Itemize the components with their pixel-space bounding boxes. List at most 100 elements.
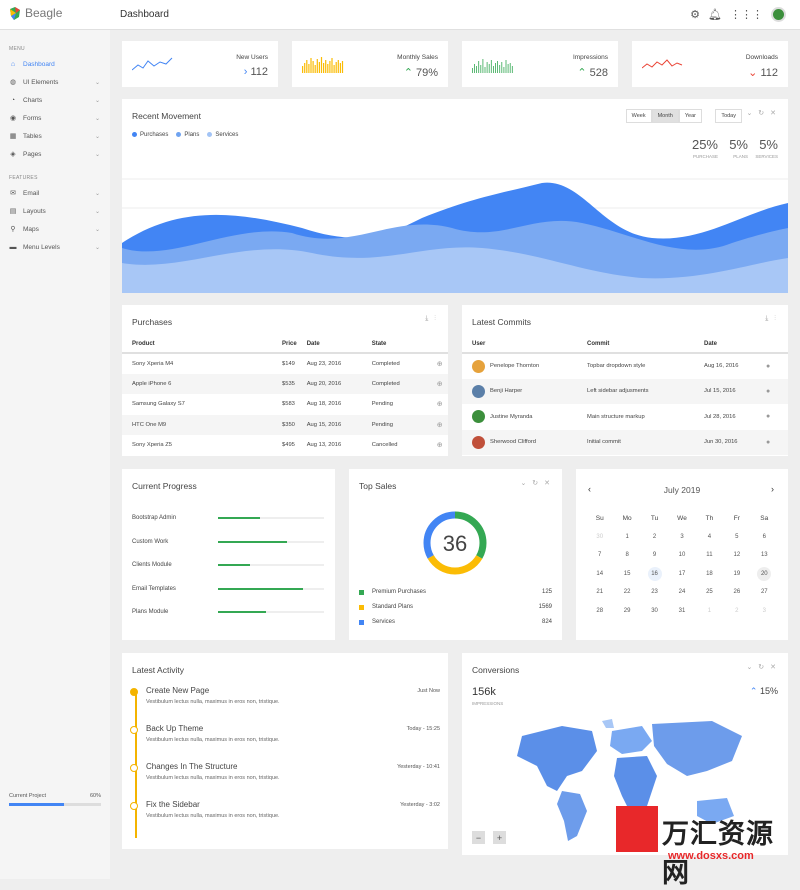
row-action[interactable]: ⊕ bbox=[427, 394, 448, 415]
more-circle-icon[interactable]: ⊕ bbox=[437, 381, 443, 388]
prev-month-icon[interactable]: ‹ bbox=[588, 484, 591, 494]
weekday-label: Sa bbox=[760, 514, 769, 522]
table-icon: ▦ bbox=[9, 133, 17, 140]
sidebar-item-layouts[interactable]: ▤ Layouts ⌄ bbox=[0, 202, 110, 220]
sidebar-item-ui-elements[interactable]: ◍ UI Elements ⌄ bbox=[0, 73, 110, 91]
week-button[interactable]: Week bbox=[625, 109, 652, 123]
calendar-day[interactable]: 21 bbox=[586, 583, 613, 602]
logo[interactable]: Beagle bbox=[9, 6, 62, 20]
sidebar-item-label: Layouts bbox=[23, 207, 46, 215]
calendar-day[interactable]: 10 bbox=[668, 546, 695, 565]
calendar-day[interactable]: 20 bbox=[751, 565, 778, 584]
github-icon[interactable]: ● bbox=[766, 413, 770, 420]
calendar-day[interactable]: 2 bbox=[641, 528, 668, 547]
github-icon[interactable]: ● bbox=[766, 388, 770, 395]
zoom-in-button[interactable]: + bbox=[493, 831, 506, 844]
calendar-day[interactable]: 12 bbox=[723, 546, 750, 565]
sidebar-item-email[interactable]: ✉ Email ⌄ bbox=[0, 184, 110, 202]
calendar-day[interactable]: 9 bbox=[641, 546, 668, 565]
calendar-day[interactable]: 8 bbox=[613, 546, 640, 565]
movement-stat: 5% PLANS bbox=[729, 137, 748, 159]
row-action[interactable]: ⊕ bbox=[427, 353, 448, 374]
card-controls[interactable]: ⌄ ↻ ✕ bbox=[521, 479, 553, 487]
card-controls[interactable]: ⌄ ↻ ✕ bbox=[747, 663, 779, 671]
row-action[interactable]: ⊕ bbox=[426, 414, 448, 435]
row-action[interactable]: ● bbox=[756, 378, 788, 404]
calendar-day[interactable]: 6 bbox=[751, 528, 778, 547]
calendar-day[interactable]: 22 bbox=[613, 583, 640, 602]
movement-stat: 5% SERVICES bbox=[755, 137, 778, 159]
calendar-day[interactable]: 17 bbox=[668, 565, 695, 584]
download-icon[interactable]: ⤓ ⋮ bbox=[765, 315, 778, 323]
gear-icon[interactable]: ⚙ bbox=[690, 9, 700, 21]
row-action[interactable]: ● bbox=[756, 429, 788, 455]
month-button[interactable]: Month bbox=[651, 109, 679, 123]
year-button[interactable]: Year bbox=[678, 109, 702, 123]
calendar-day[interactable]: 13 bbox=[751, 546, 778, 565]
progress-track bbox=[218, 564, 324, 566]
download-icon[interactable]: ⤓ ⋮ bbox=[425, 315, 438, 323]
avatar[interactable] bbox=[771, 7, 786, 22]
arrow-down-icon: ⌄ bbox=[748, 67, 761, 79]
sidebar-item-pages[interactable]: ◈ Pages ⌄ bbox=[0, 145, 110, 163]
calendar-day[interactable]: 23 bbox=[641, 583, 668, 602]
donut-center-value: 36 bbox=[443, 531, 467, 556]
column-header: Product bbox=[122, 336, 272, 354]
sidebar-item-tables[interactable]: ▦ Tables ⌄ bbox=[0, 127, 110, 145]
calendar-day[interactable]: 14 bbox=[586, 565, 613, 584]
calendar-day[interactable]: 3 bbox=[751, 602, 778, 621]
calendar-day[interactable]: 11 bbox=[696, 546, 723, 565]
calendar-day[interactable]: 19 bbox=[723, 565, 750, 584]
sidebar-item-label: UI Elements bbox=[23, 78, 59, 86]
calendar-day[interactable]: 26 bbox=[723, 583, 750, 602]
calendar-day[interactable]: 24 bbox=[668, 583, 695, 602]
github-icon[interactable]: ● bbox=[766, 363, 770, 370]
more-circle-icon[interactable]: ⊕ bbox=[437, 361, 443, 368]
calendar-day[interactable]: 15 bbox=[613, 565, 640, 584]
cell-state: Pending bbox=[361, 414, 427, 435]
calendar-day[interactable]: 2 bbox=[723, 602, 750, 621]
column-header: Date bbox=[296, 336, 362, 354]
calendar-day[interactable]: 27 bbox=[751, 583, 778, 602]
sidebar-item-dashboard[interactable]: ⌂ Dashboard bbox=[0, 55, 110, 73]
row-action[interactable]: ⊕ bbox=[426, 373, 448, 394]
calendar-day[interactable]: 1 bbox=[613, 528, 640, 547]
calendar-day[interactable]: 7 bbox=[586, 546, 613, 565]
card-controls[interactable]: ⌄ ↻ ✕ bbox=[747, 109, 779, 117]
card-title: Recent Movement bbox=[132, 111, 201, 121]
calendar-day[interactable]: 3 bbox=[668, 528, 695, 547]
sidebar-item-forms[interactable]: ◉ Forms ⌄ bbox=[0, 109, 110, 127]
calendar-day[interactable]: 31 bbox=[668, 602, 695, 621]
bell-icon[interactable]: 🔔︎ bbox=[708, 9, 722, 21]
sidebar-item-charts[interactable]: ◔ Charts ⌄ bbox=[0, 91, 110, 109]
activity-time: Yesterday - 10:41 bbox=[397, 764, 440, 770]
calendar-day[interactable]: 16 bbox=[641, 565, 668, 584]
row-action[interactable]: ● bbox=[756, 404, 788, 430]
calendar-day[interactable]: 1 bbox=[696, 602, 723, 621]
sidebar-item-maps[interactable]: ⚲ Maps ⌄ bbox=[0, 220, 110, 238]
stat-label: Monthly Sales bbox=[397, 54, 438, 61]
calendar-day[interactable]: 18 bbox=[696, 565, 723, 584]
sparkline-chart bbox=[472, 59, 513, 73]
weekday-label: Su bbox=[595, 514, 604, 522]
calendar-day[interactable]: 25 bbox=[696, 583, 723, 602]
calendar-day[interactable]: 4 bbox=[696, 528, 723, 547]
github-icon[interactable]: ● bbox=[766, 439, 770, 446]
apps-grid-icon[interactable]: ⋮⋮⋮ bbox=[730, 9, 763, 21]
more-circle-icon[interactable]: ⊕ bbox=[437, 401, 443, 408]
calendar-day[interactable]: 30 bbox=[586, 528, 613, 547]
today-button[interactable]: Today bbox=[715, 109, 742, 123]
calendar-day[interactable]: 5 bbox=[723, 528, 750, 547]
zoom-out-button[interactable]: − bbox=[472, 831, 485, 844]
row-action[interactable]: ⊕ bbox=[427, 435, 448, 456]
calendar-day[interactable]: 30 bbox=[641, 602, 668, 621]
cell-product: HTC One M9 bbox=[122, 414, 272, 435]
calendar-day[interactable]: 29 bbox=[613, 602, 640, 621]
calendar-day[interactable]: 28 bbox=[586, 602, 613, 621]
sidebar-item-menu-levels[interactable]: ▬ Menu Levels ⌄ bbox=[0, 238, 110, 256]
row-action[interactable]: ● bbox=[756, 353, 788, 379]
more-circle-icon[interactable]: ⊕ bbox=[437, 422, 443, 429]
cell-price: $149 bbox=[282, 360, 295, 367]
more-circle-icon[interactable]: ⊕ bbox=[437, 442, 443, 449]
next-month-icon[interactable]: › bbox=[771, 484, 774, 494]
